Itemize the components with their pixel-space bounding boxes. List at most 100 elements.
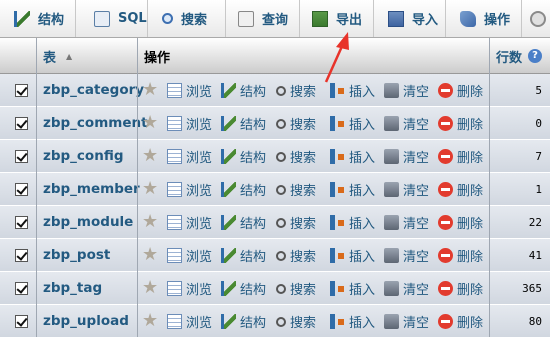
insert-icon	[330, 116, 345, 131]
structure-link[interactable]: 结构	[221, 272, 266, 305]
search-link[interactable]: 搜索	[276, 74, 316, 107]
table-name-link[interactable]: zbp_tag	[43, 272, 102, 305]
drop-link[interactable]: 删除	[438, 173, 483, 206]
row-checkbox[interactable]	[15, 84, 28, 97]
drop-link[interactable]: 删除	[438, 272, 483, 305]
tab-operations[interactable]: 操作	[446, 0, 522, 37]
column-header-table[interactable]: 表 ▲	[43, 38, 72, 74]
empty-link[interactable]: 清空	[384, 305, 429, 337]
tab-sql[interactable]: SQL	[76, 0, 148, 37]
browse-link[interactable]: 浏览	[167, 305, 212, 337]
insert-link[interactable]: 插入	[330, 239, 375, 272]
structure-link[interactable]: 结构	[221, 107, 266, 140]
help-icon[interactable]: ?	[528, 49, 542, 63]
tab-export[interactable]: 导出	[300, 0, 374, 37]
drop-link[interactable]: 删除	[438, 239, 483, 272]
table-name-link[interactable]: zbp_member	[43, 173, 140, 206]
tab-more[interactable]	[522, 0, 550, 37]
drop-link[interactable]: 删除	[438, 107, 483, 140]
insert-link[interactable]: 插入	[330, 74, 375, 107]
row-checkbox[interactable]	[15, 150, 28, 163]
row-checkbox[interactable]	[15, 315, 28, 328]
structure-link[interactable]: 结构	[221, 206, 266, 239]
insert-link[interactable]: 插入	[330, 107, 375, 140]
favorite-star-icon[interactable]: ★	[142, 114, 160, 132]
insert-link[interactable]: 插入	[330, 140, 375, 173]
search-link[interactable]: 搜索	[276, 140, 316, 173]
browse-label: 浏览	[186, 283, 213, 298]
favorite-star-icon[interactable]: ★	[142, 279, 160, 297]
browse-link[interactable]: 浏览	[167, 239, 212, 272]
structure-link[interactable]: 结构	[221, 140, 266, 173]
browse-icon	[167, 116, 182, 131]
search-link[interactable]: 搜索	[276, 239, 316, 272]
tab-label: 结构	[38, 13, 65, 28]
table-name-link[interactable]: zbp_upload	[43, 305, 129, 337]
favorite-star-icon[interactable]: ★	[142, 246, 160, 264]
drop-link[interactable]: 删除	[438, 74, 483, 107]
search-link[interactable]: 搜索	[276, 206, 316, 239]
insert-link[interactable]: 插入	[330, 173, 375, 206]
browse-link[interactable]: 浏览	[167, 173, 212, 206]
row-checkbox[interactable]	[15, 183, 28, 196]
favorite-star-icon[interactable]: ★	[142, 147, 160, 165]
browse-link[interactable]: 浏览	[167, 107, 212, 140]
insert-label: 插入	[349, 316, 376, 331]
structure-icon	[221, 314, 236, 329]
row-checkbox[interactable]	[15, 216, 28, 229]
empty-link[interactable]: 清空	[384, 173, 429, 206]
favorite-star-icon[interactable]: ★	[142, 81, 160, 99]
favorite-star-icon[interactable]: ★	[142, 312, 160, 330]
table-row: zbp_member ★ 浏览 结构 搜索 插入 清空 删除 1	[0, 173, 550, 206]
row-checkbox[interactable]	[15, 282, 28, 295]
browse-link[interactable]: 浏览	[167, 140, 212, 173]
drop-link[interactable]: 删除	[438, 305, 483, 337]
structure-link[interactable]: 结构	[221, 74, 266, 107]
empty-link[interactable]: 清空	[384, 272, 429, 305]
empty-label: 清空	[403, 184, 430, 199]
structure-label: 结构	[240, 250, 267, 265]
table-name-link[interactable]: zbp_module	[43, 206, 133, 239]
row-checkbox[interactable]	[15, 249, 28, 262]
insert-link[interactable]: 插入	[330, 206, 375, 239]
browse-link[interactable]: 浏览	[167, 74, 212, 107]
row-checkbox[interactable]	[15, 117, 28, 130]
table-name-link[interactable]: zbp_config	[43, 140, 124, 173]
table-name-link[interactable]: zbp_category	[43, 74, 144, 107]
structure-icon	[14, 10, 30, 27]
drop-link[interactable]: 删除	[438, 206, 483, 239]
structure-link[interactable]: 结构	[221, 239, 266, 272]
column-header-rows[interactable]: 行数 ?	[496, 38, 542, 74]
empty-link[interactable]: 清空	[384, 239, 429, 272]
table-name-link[interactable]: zbp_post	[43, 239, 110, 272]
insert-link[interactable]: 插入	[330, 305, 375, 337]
empty-link[interactable]: 清空	[384, 107, 429, 140]
browse-link[interactable]: 浏览	[167, 272, 212, 305]
browse-icon	[167, 215, 182, 230]
tab-search[interactable]: 搜索	[148, 0, 226, 37]
tab-structure[interactable]: 结构	[0, 0, 76, 37]
tab-query[interactable]: 查询	[226, 0, 300, 37]
search-link[interactable]: 搜索	[276, 173, 316, 206]
search-link[interactable]: 搜索	[276, 272, 316, 305]
favorite-star-icon[interactable]: ★	[142, 213, 160, 231]
empty-link[interactable]: 清空	[384, 140, 429, 173]
structure-link[interactable]: 结构	[221, 173, 266, 206]
drop-icon	[438, 248, 453, 263]
tab-label: 操作	[484, 13, 511, 28]
browse-link[interactable]: 浏览	[167, 206, 212, 239]
drop-link[interactable]: 删除	[438, 140, 483, 173]
search-link[interactable]: 搜索	[276, 305, 316, 337]
search-link[interactable]: 搜索	[276, 107, 316, 140]
structure-label: 结构	[240, 85, 267, 100]
favorite-star-icon[interactable]: ★	[142, 180, 160, 198]
tab-label: 导出	[336, 13, 363, 28]
empty-link[interactable]: 清空	[384, 74, 429, 107]
insert-link[interactable]: 插入	[330, 272, 375, 305]
table-name-link[interactable]: zbp_comment	[43, 107, 148, 140]
export-icon	[312, 10, 328, 27]
drop-icon	[438, 215, 453, 230]
structure-link[interactable]: 结构	[221, 305, 266, 337]
empty-link[interactable]: 清空	[384, 206, 429, 239]
tab-import[interactable]: 导入	[374, 0, 446, 37]
